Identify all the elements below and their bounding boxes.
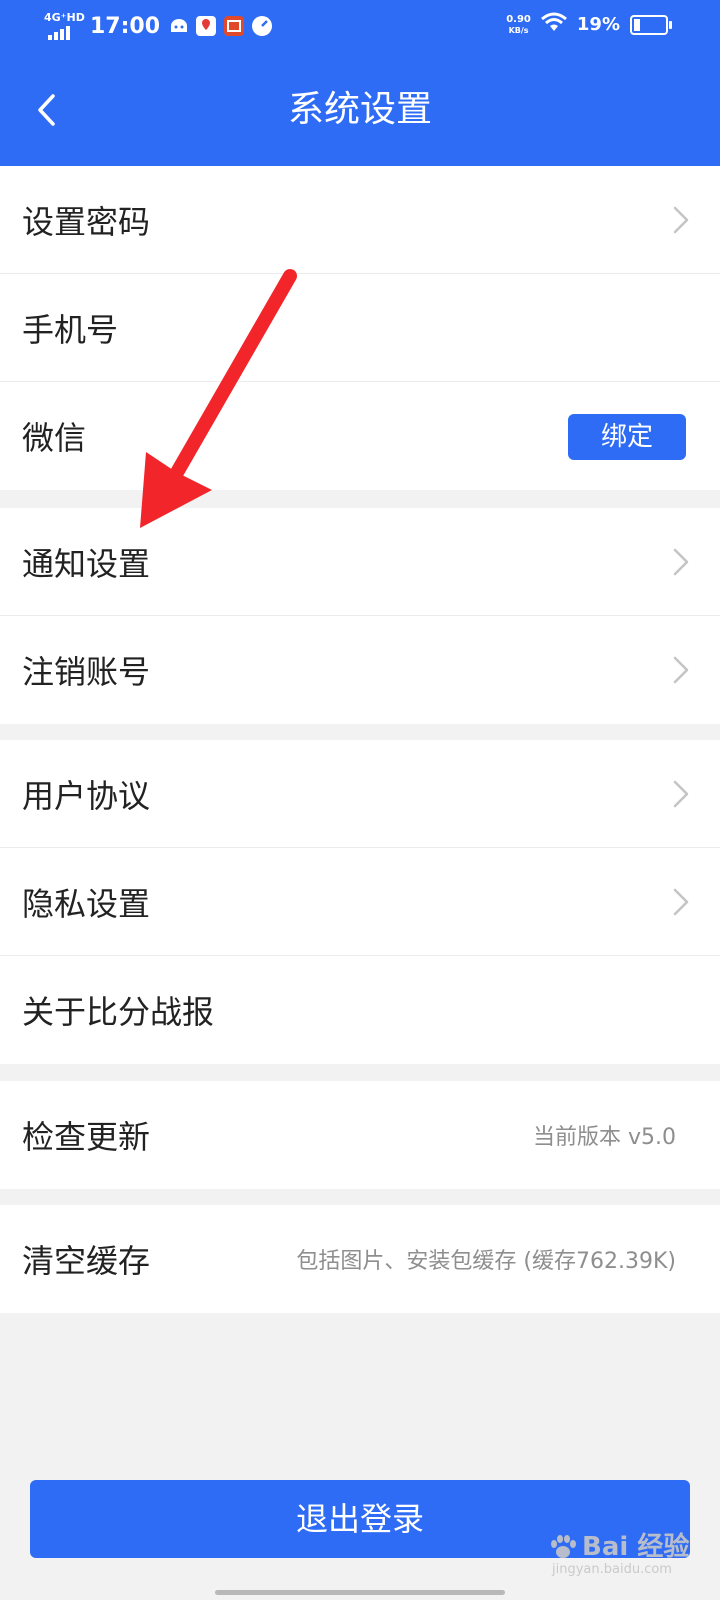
- news-app-icon: [224, 16, 245, 36]
- row-label: 清空缓存: [22, 1242, 151, 1280]
- row-label: 检查更新: [22, 1118, 151, 1156]
- settings-group-notifications: 通知设置 注销账号: [0, 508, 720, 724]
- app-header: 4G⁺HD 17:00 0.90 KB/s 19% 系统设置: [0, 0, 720, 166]
- row-check-update[interactable]: 检查更新 当前版本 v5.0: [0, 1081, 720, 1189]
- watermark-url: jingyan.baidu.com: [552, 1562, 672, 1577]
- row-wechat: 微信 绑定: [0, 382, 720, 490]
- wifi-icon: [540, 12, 567, 37]
- row-label: 用户协议: [22, 776, 151, 815]
- row-notification-settings[interactable]: 通知设置: [0, 508, 720, 616]
- row-set-password[interactable]: 设置密码: [0, 166, 720, 274]
- signal-icon: 4G⁺HD: [44, 10, 85, 42]
- map-app-icon: [196, 16, 217, 36]
- clock: 17:00: [90, 13, 161, 39]
- watermark: Bai 经验 jingyan.baidu.com: [548, 1532, 718, 1596]
- home-indicator[interactable]: [215, 1590, 505, 1595]
- battery-icon: [630, 14, 672, 35]
- speed-value: 0.90: [506, 13, 531, 25]
- row-privacy-settings[interactable]: 隐私设置: [0, 848, 720, 956]
- row-clear-cache[interactable]: 清空缓存 包括图片、安装包缓存 (缓存762.39K): [0, 1205, 720, 1313]
- row-user-agreement[interactable]: 用户协议: [0, 740, 720, 848]
- speed-unit: KB/s: [508, 25, 529, 35]
- network-type: 4G⁺HD: [44, 11, 85, 24]
- row-label: 通知设置: [22, 544, 151, 583]
- row-label: 手机号: [22, 310, 119, 349]
- row-label: 设置密码: [22, 202, 151, 241]
- settings-group-about: 用户协议 隐私设置 关于比分战报: [0, 740, 720, 1064]
- row-delete-account[interactable]: 注销账号: [0, 616, 720, 724]
- speedometer-icon: [252, 16, 273, 36]
- bind-wechat-button[interactable]: 绑定: [568, 414, 686, 460]
- page-title: 系统设置: [287, 89, 432, 130]
- cache-info: 包括图片、安装包缓存 (缓存762.39K): [296, 1249, 676, 1274]
- settings-group-update: 检查更新 当前版本 v5.0: [0, 1081, 720, 1189]
- chevron-right-icon: [673, 780, 689, 808]
- baidu-paw-logo: [548, 1534, 578, 1560]
- chevron-right-icon: [673, 656, 689, 684]
- watermark-main: Bai 经验: [582, 1532, 690, 1562]
- status-bar: 4G⁺HD 17:00 0.90 KB/s 19%: [0, 0, 720, 56]
- row-label: 关于比分战报: [22, 993, 215, 1031]
- row-label: 隐私设置: [22, 884, 151, 923]
- network-speed: 0.90 KB/s: [506, 14, 531, 36]
- chevron-right-icon: [673, 888, 689, 916]
- settings-group-account: 设置密码 手机号 微信 绑定: [0, 166, 720, 490]
- row-about[interactable]: 关于比分战报: [0, 956, 720, 1064]
- android-app-icon: [168, 16, 188, 36]
- row-label: 微信: [22, 419, 87, 457]
- battery-percent: 19%: [576, 14, 620, 35]
- settings-group-cache: 清空缓存 包括图片、安装包缓存 (缓存762.39K): [0, 1205, 720, 1313]
- current-version: 当前版本 v5.0: [532, 1125, 676, 1150]
- chevron-right-icon: [673, 206, 689, 234]
- row-label: 注销账号: [22, 653, 151, 691]
- row-phone[interactable]: 手机号: [0, 274, 720, 382]
- chevron-right-icon: [673, 548, 689, 576]
